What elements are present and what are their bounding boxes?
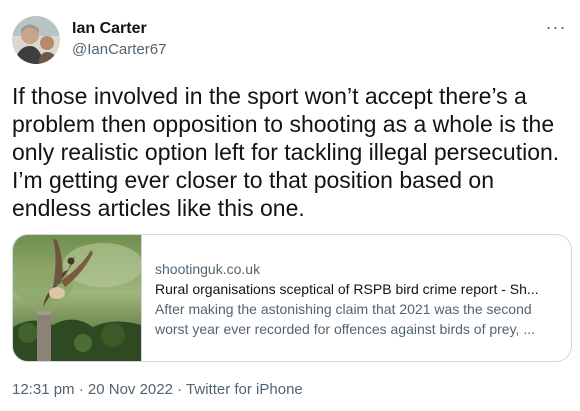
tweet-header: Ian Carter @IanCarter67 ··· — [12, 10, 568, 64]
card-thumbnail-bird-image — [13, 235, 143, 361]
avatar[interactable] — [12, 16, 60, 64]
username-handle[interactable]: @IanCarter67 — [72, 40, 166, 60]
tweet-source[interactable]: Twitter for iPhone — [186, 381, 303, 398]
tweet-text: If those involved in the sport won’t acc… — [12, 83, 560, 221]
card-domain: shootinguk.co.uk — [155, 261, 261, 277]
separator: · — [172, 381, 187, 398]
tweet-date[interactable]: 20 Nov 2022 — [88, 381, 173, 398]
tweet-metadata: 12:31 pm · 20 Nov 2022 · Twitter for iPh… — [12, 380, 303, 400]
card-divider — [141, 235, 142, 361]
card-title: Rural organisations sceptical of RSPB bi… — [155, 281, 539, 297]
link-card[interactable]: shootinguk.co.uk Rural organisations sce… — [12, 234, 572, 362]
card-description-line-1: After making the astonishing claim that … — [155, 301, 532, 317]
tweet-time[interactable]: 12:31 pm — [12, 381, 75, 398]
display-name[interactable]: Ian Carter — [72, 19, 166, 39]
separator: · — [74, 381, 88, 398]
card-description-line-2: worst year ever recorded for offences ag… — [155, 321, 535, 337]
author-names: Ian Carter @IanCarter67 — [72, 19, 166, 60]
more-options-icon[interactable]: ··· — [544, 18, 568, 40]
card-text: shootinguk.co.uk Rural organisations sce… — [155, 259, 561, 339]
